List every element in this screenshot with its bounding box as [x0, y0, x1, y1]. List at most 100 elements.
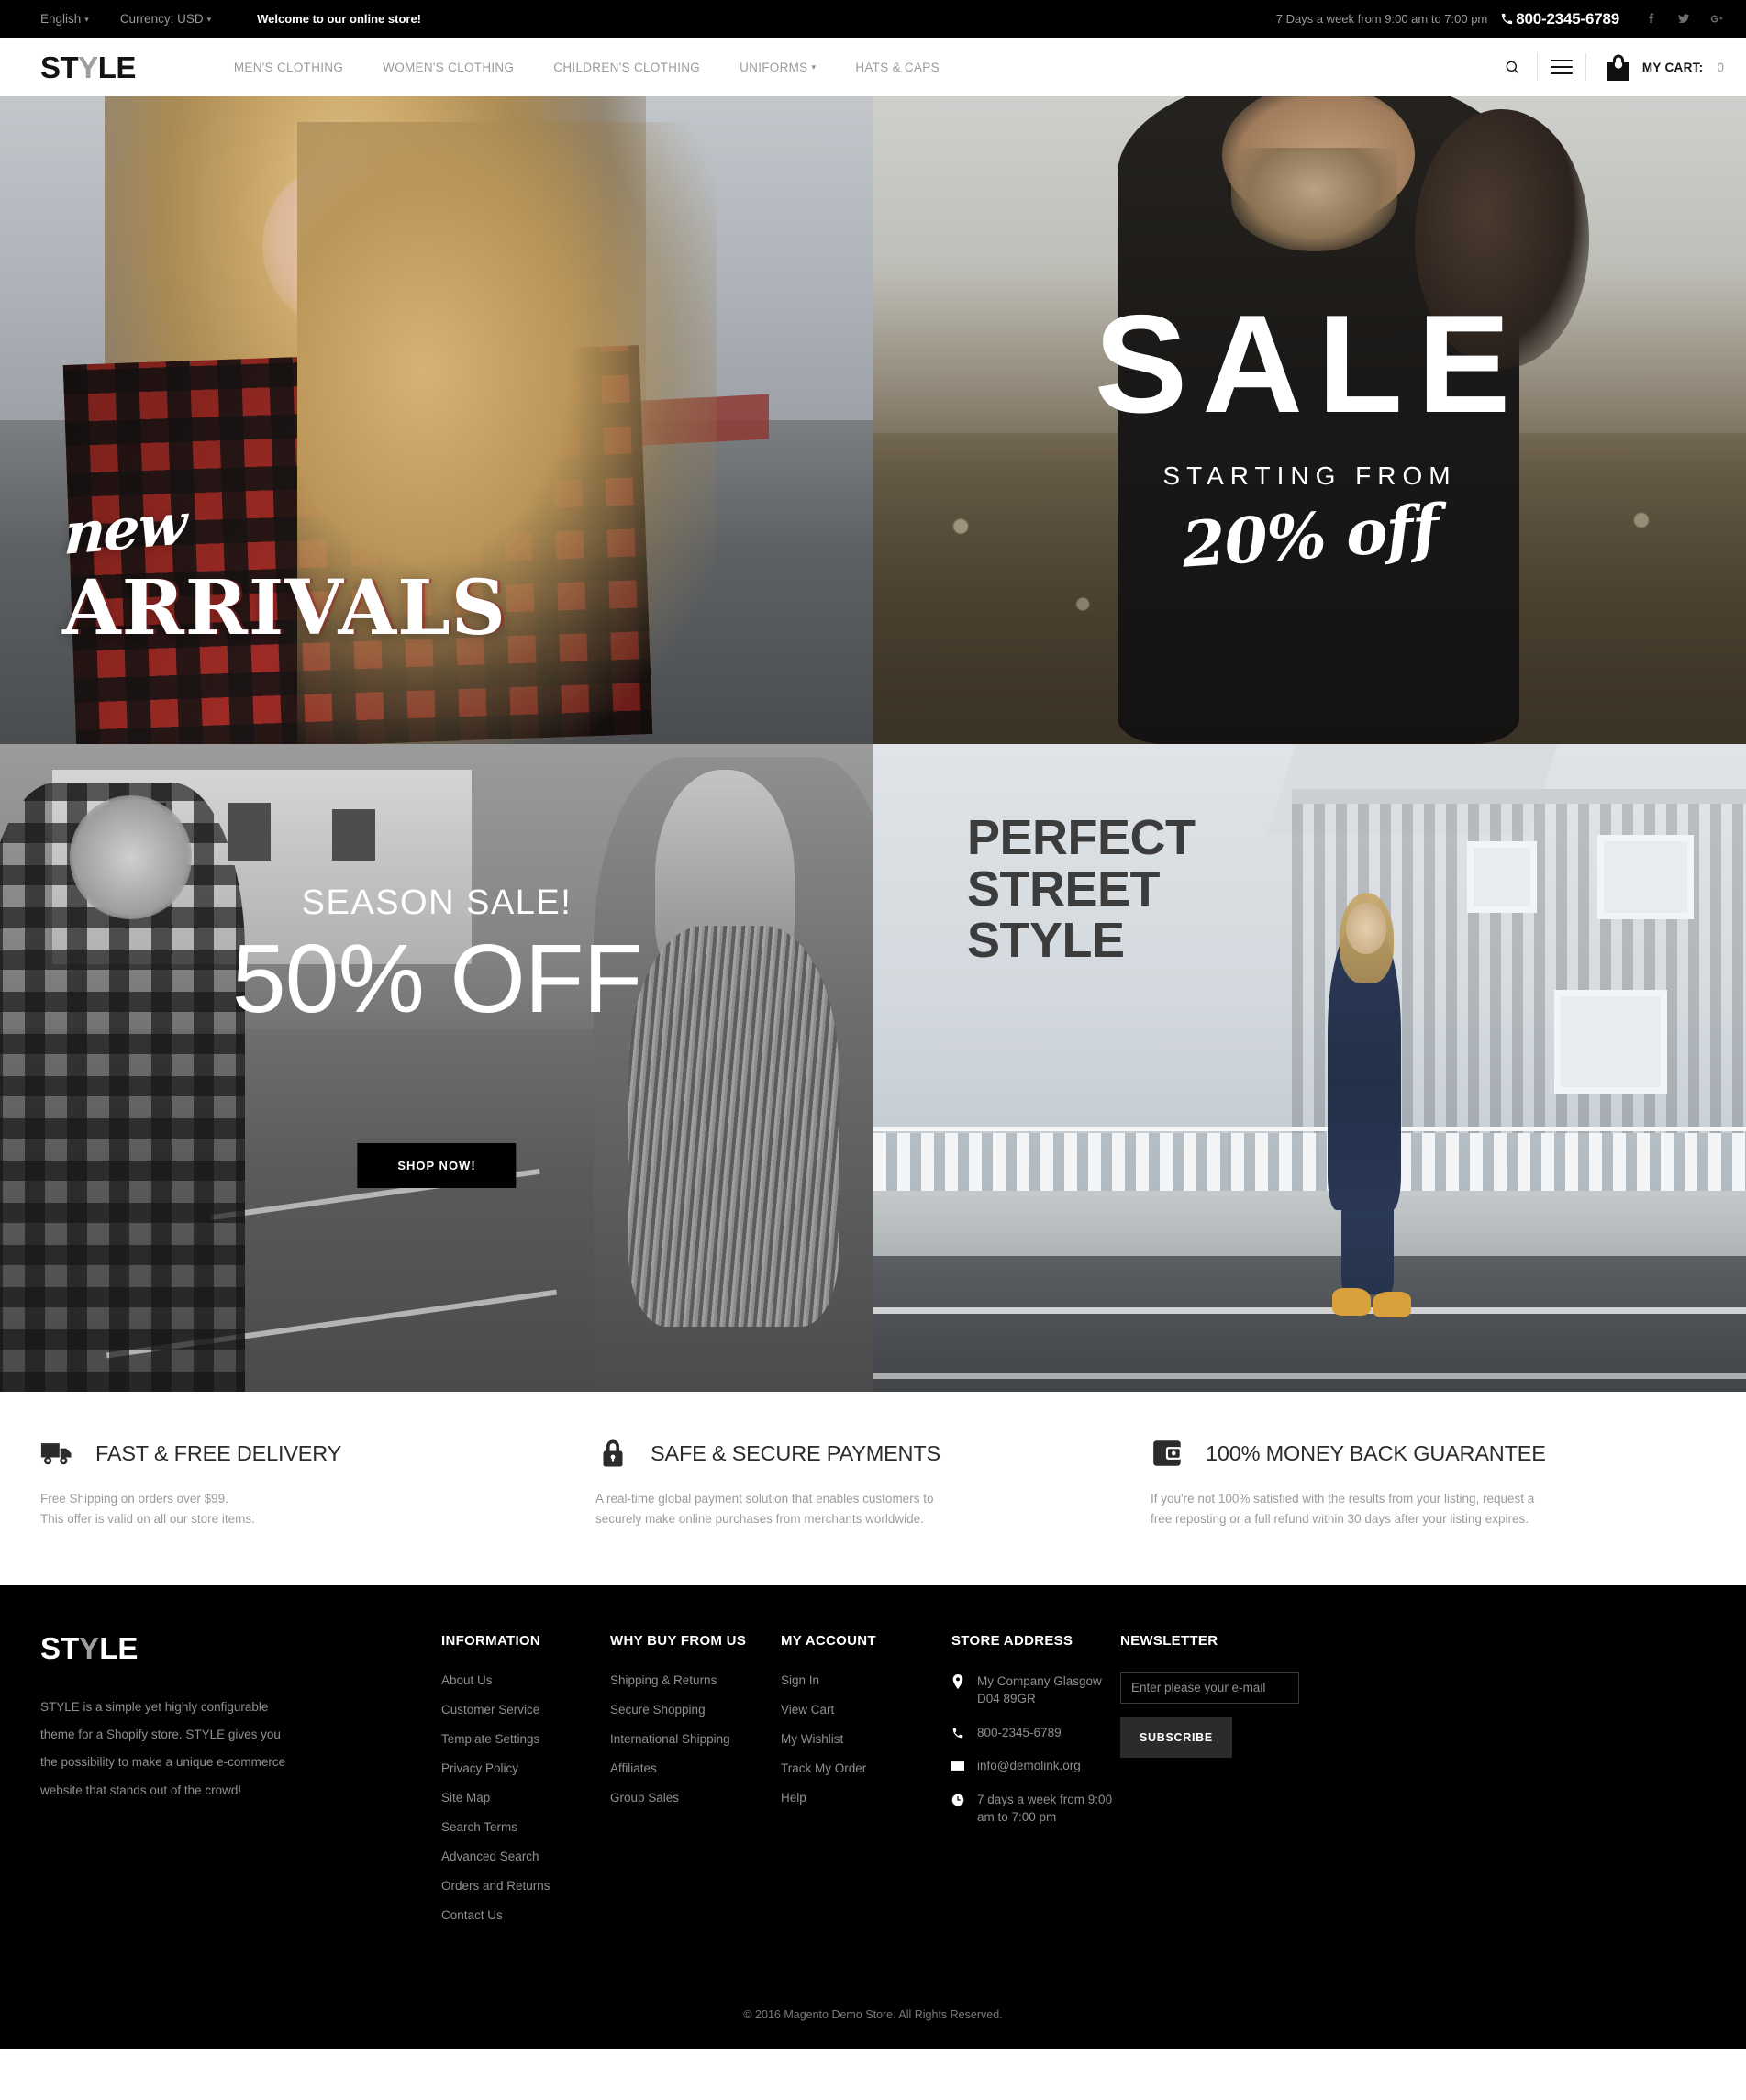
chevron-down-icon: ▾ — [84, 14, 89, 24]
logo[interactable]: STYLE — [40, 52, 136, 83]
footer-link-shipping-returns[interactable]: Shipping & Returns — [610, 1673, 717, 1687]
phone-link[interactable]: 800-2345-6789 — [1500, 10, 1619, 28]
list-item: Shipping & Returns — [610, 1672, 781, 1689]
footer-link-track-my-order[interactable]: Track My Order — [781, 1761, 866, 1775]
chevron-down-icon: ▾ — [811, 62, 817, 72]
list-item: Orders and Returns — [441, 1878, 610, 1894]
footer-link-advanced-search[interactable]: Advanced Search — [441, 1850, 539, 1863]
footer-brand: STYLE STYLE is a simple yet highly confi… — [40, 1633, 441, 1806]
list-item: Sign In — [781, 1672, 951, 1689]
list-item: Group Sales — [610, 1790, 781, 1806]
feature-header: FAST & FREE DELIVERY — [40, 1438, 595, 1469]
footer-link-template-settings[interactable]: Template Settings — [441, 1732, 539, 1746]
shopping-bag-icon — [1607, 54, 1629, 81]
footer-link-view-cart[interactable]: View Cart — [781, 1703, 834, 1717]
cart-label: MY CART: — [1641, 60, 1704, 74]
list-item: Affiliates — [610, 1761, 781, 1777]
store-phone-value: 800-2345-6789 — [977, 1725, 1062, 1739]
cart-count: 0 — [1717, 60, 1724, 74]
list-item: Track My Order — [781, 1761, 951, 1777]
search-button[interactable] — [1489, 51, 1537, 83]
footer-link-sign-in[interactable]: Sign In — [781, 1673, 819, 1687]
footer-link-orders-and-returns[interactable]: Orders and Returns — [441, 1879, 550, 1893]
footer-link-group-sales[interactable]: Group Sales — [610, 1791, 679, 1805]
footer-link-affiliates[interactable]: Affiliates — [610, 1761, 657, 1775]
nav-item-uniforms[interactable]: UNIFORMS ▾ — [740, 61, 816, 74]
shop-now-button[interactable]: SHOP NOW! — [357, 1143, 517, 1188]
top-bar-right: 7 Days a week from 9:00 am to 7:00 pm 80… — [1276, 10, 1724, 28]
nav-item-hats-and-caps[interactable]: HATS & CAPS — [855, 61, 940, 74]
store-email-row[interactable]: info@demolink.org — [951, 1757, 1117, 1775]
banner-street-style[interactable]: PERFECT STREET STYLE — [873, 744, 1746, 1392]
footer-link-customer-service[interactable]: Customer Service — [441, 1703, 539, 1717]
newsletter-email-input[interactable] — [1120, 1672, 1299, 1704]
feature-fast-free-delivery: FAST & FREE DELIVERY Free Shipping on or… — [40, 1438, 595, 1530]
top-bar-left: English ▾ Currency: USD ▾ Welcome to our o… — [40, 12, 421, 26]
logo-part-2: LE — [97, 50, 137, 84]
currency-selector[interactable]: Currency: USD ▾ — [120, 12, 211, 26]
logo-accent: Y — [79, 1630, 100, 1665]
envelope-icon — [951, 1761, 964, 1772]
footer-column-my-account: MY ACCOUNT Sign In View Cart My Wishlist… — [781, 1633, 951, 1819]
feature-safe-secure-payments: SAFE & SECURE PAYMENTS A real-time globa… — [595, 1438, 1151, 1530]
footer-link-list: Sign In View Cart My Wishlist Track My O… — [781, 1672, 951, 1806]
footer-about-text: STYLE is a simple yet highly configurabl… — [40, 1699, 286, 1797]
footer-link-privacy-policy[interactable]: Privacy Policy — [441, 1761, 518, 1775]
nav-item-childrens-clothing[interactable]: CHILDREN'S CLOTHING — [553, 61, 700, 74]
facebook-icon[interactable] — [1643, 11, 1658, 27]
store-address-row: My Company Glasgow D04 89GR — [951, 1672, 1117, 1708]
footer-link-international-shipping[interactable]: International Shipping — [610, 1732, 730, 1746]
cart-button[interactable]: MY CART: 0 — [1586, 52, 1724, 82]
twitter-icon[interactable] — [1676, 11, 1691, 27]
store-email-value: info@demolink.org — [977, 1759, 1081, 1773]
footer-link-contact-us[interactable]: Contact Us — [441, 1908, 503, 1922]
store-hours-value: 7 days a week from 9:00 am to 7:00 pm — [977, 1792, 1113, 1825]
truck-icon — [40, 1443, 72, 1465]
banner-headline: SALE — [1094, 286, 1526, 442]
menu-button[interactable] — [1538, 51, 1585, 83]
list-item: International Shipping — [610, 1731, 781, 1748]
feature-header: 100% MONEY BACK GUARANTEE — [1151, 1438, 1706, 1469]
list-item: Help — [781, 1790, 951, 1806]
nav-item-womens-clothing[interactable]: WOMEN'S CLOTHING — [383, 61, 514, 74]
language-label: English — [40, 12, 82, 26]
feature-header: SAFE & SECURE PAYMENTS — [595, 1438, 1151, 1469]
footer-column-title: MY ACCOUNT — [781, 1632, 876, 1649]
footer-column-title: NEWSLETTER — [1120, 1632, 1218, 1649]
footer-link-list: About Us Customer Service Template Setti… — [441, 1672, 610, 1924]
search-icon — [1506, 61, 1519, 73]
main-navigation: MEN'S CLOTHING WOMEN'S CLOTHING CHILDREN… — [234, 61, 940, 74]
feature-title: 100% MONEY BACK GUARANTEE — [1206, 1440, 1546, 1465]
store-hours: 7 Days a week from 9:00 am to 7:00 pm — [1275, 12, 1488, 26]
footer-column-why-buy-from-us: WHY BUY FROM US Shipping & Returns Secur… — [610, 1633, 781, 1819]
store-phone-row[interactable]: 800-2345-6789 — [951, 1724, 1117, 1742]
footer-link-secure-shopping[interactable]: Secure Shopping — [610, 1703, 706, 1717]
footer-link-about-us[interactable]: About Us — [441, 1673, 493, 1687]
footer-column-title: INFORMATION — [441, 1632, 541, 1649]
banner-percent: 50% OFF — [231, 925, 643, 1033]
footer-link-search-terms[interactable]: Search Terms — [441, 1820, 517, 1834]
language-selector[interactable]: English ▾ — [40, 12, 89, 26]
footer-link-site-map[interactable]: Site Map — [441, 1791, 490, 1805]
list-item: Contact Us — [441, 1907, 610, 1924]
wallet-icon — [1153, 1440, 1182, 1466]
google-plus-icon[interactable] — [1709, 11, 1724, 27]
nav-label: WOMEN'S CLOTHING — [383, 60, 515, 74]
banner-new-arrivals[interactable]: new ARRIVALS — [0, 96, 873, 744]
phone-number: 800-2345-6789 — [1516, 9, 1619, 28]
phone-icon — [952, 1728, 963, 1738]
footer-logo[interactable]: STYLE — [40, 1633, 441, 1663]
feature-description: A real-time global payment solution that… — [595, 1492, 934, 1527]
footer-link-list: Shipping & Returns Secure Shopping Inter… — [610, 1672, 781, 1806]
footer-link-help[interactable]: Help — [781, 1791, 806, 1805]
banner-sale[interactable]: SALE STARTING FROM 20% off — [873, 96, 1746, 744]
banner-season-sale[interactable]: SEASON SALE! 50% OFF SHOP NOW! — [0, 744, 873, 1392]
store-hours-row: 7 days a week from 9:00 am to 7:00 pm — [951, 1791, 1117, 1827]
footer-link-my-wishlist[interactable]: My Wishlist — [781, 1732, 843, 1746]
nav-item-mens-clothing[interactable]: MEN'S CLOTHING — [234, 61, 343, 74]
subscribe-button[interactable]: SUBSCRIBE — [1120, 1717, 1232, 1758]
headline-line-2: STREET — [967, 861, 1161, 917]
promo-banner-grid: new ARRIVALS SALE STARTING FROM 20% off … — [0, 96, 1746, 1392]
list-item: Privacy Policy — [441, 1761, 610, 1777]
map-pin-icon — [952, 1673, 963, 1689]
